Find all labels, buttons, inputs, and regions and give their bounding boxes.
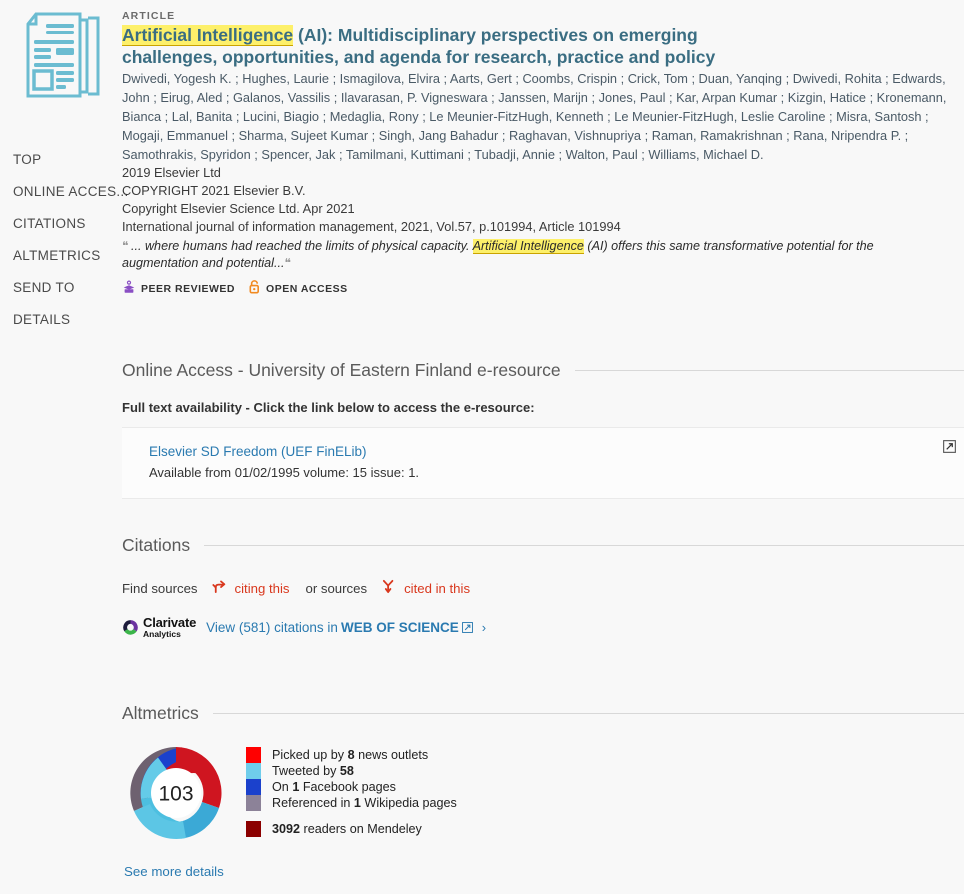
snippet-highlight: Artificial Intelligence [472, 239, 584, 254]
altmetrics-legend: Picked up by 8 news outlets Tweeted by 5… [246, 747, 457, 837]
peer-reviewed-label: PEER REVIEWED [141, 283, 236, 295]
meta-publisher: 2019 Elsevier Ltd [122, 165, 221, 180]
legend-twitter-pre: Tweeted by [272, 764, 340, 778]
section-divider [204, 545, 964, 546]
cited-in-this-icon [381, 579, 396, 597]
altmetrics-section: Altmetrics 103 Picked up by 8 news outle… [122, 703, 964, 879]
legend-swatch [246, 821, 261, 837]
article-document-icon [14, 8, 106, 104]
peer-reviewed-badge: PEER REVIEWED [122, 280, 235, 299]
legend-facebook: On 1 Facebook pages [246, 779, 457, 795]
wos-prefix: View (581) citations in [206, 619, 338, 635]
altmetric-score: 103 [158, 783, 193, 806]
eresource-availability: Available from 01/02/1995 volume: 15 iss… [149, 465, 420, 480]
open-access-label: OPEN ACCESS [266, 283, 348, 295]
cited-in-this-link[interactable]: cited in this [404, 581, 470, 596]
external-link-icon[interactable] [943, 440, 956, 458]
authors-list: Dwivedi, Yogesh K. ; Hughes, Laurie ; Is… [122, 71, 947, 162]
find-sources-row: Find sources citing this or sources cite… [122, 579, 964, 597]
open-access-badge: OPEN ACCESS [249, 279, 348, 299]
peer-reviewed-icon [122, 280, 136, 299]
sidebar-item-top[interactable]: TOP [13, 152, 122, 184]
resource-type-label: ARTICLE [122, 10, 176, 22]
clarivate-logo: Clarivate Analytics [122, 616, 196, 639]
citations-section: Citations Find sources citing this or so… [122, 535, 964, 639]
meta-source: International journal of information man… [122, 219, 621, 234]
see-more-details-link[interactable]: See more details [124, 864, 964, 879]
citations-title: Citations [122, 535, 191, 555]
section-divider [574, 370, 964, 371]
wos-name: WEB OF SCIENCE [340, 619, 459, 635]
sidebar-item-citations[interactable]: CITATIONS [13, 216, 122, 248]
citing-this-icon [211, 579, 227, 597]
record-detail-page: TOP ONLINE ACCES... CITATIONS ALTMETRICS… [0, 0, 964, 894]
citations-header: Citations [122, 535, 964, 556]
sidebar-item-details[interactable]: DETAILS [13, 312, 122, 344]
legend-wikipedia-pre: Referenced in [272, 796, 354, 810]
sidebar-item-online-access[interactable]: ONLINE ACCES... [13, 184, 128, 216]
online-access-card: Elsevier SD Freedom (UEF FinELib) Availa… [122, 427, 964, 499]
sidebar: TOP ONLINE ACCES... CITATIONS ALTMETRICS… [0, 0, 128, 894]
clarivate-sub: Analytics [143, 629, 181, 639]
legend-twitter-num: 58 [339, 764, 354, 778]
record-header: ARTICLE Artificial Intelligence (AI): Mu… [122, 0, 964, 299]
or-sources-label: or sources [305, 580, 368, 596]
eresource-link[interactable]: Elsevier SD Freedom (UEF FinELib) [149, 442, 946, 461]
legend-wikipedia-num: 1 [353, 796, 361, 810]
clarivate-name: Clarivate [143, 615, 197, 630]
external-link-icon [461, 620, 473, 635]
legend-mendeley: 3092 readers on Mendeley [246, 821, 457, 837]
altmetrics-header: Altmetrics [122, 703, 964, 724]
legend-facebook-pre: On [272, 780, 293, 794]
online-access-title: Online Access - University of Eastern Fi… [122, 360, 561, 380]
record-badges: PEER REVIEWED OPEN ACCESS [122, 279, 964, 299]
legend-news-num: 8 [347, 748, 355, 762]
quote-close-icon: ❝ [284, 256, 291, 270]
web-of-science-link[interactable]: View (581) citations in WEB OF SCIENCE › [206, 620, 486, 635]
legend-wikipedia: Referenced in 1 Wikipedia pages [246, 795, 457, 811]
legend-mendeley-num: 3092 [272, 822, 301, 836]
full-text-availability-label: Full text availability - Click the link … [122, 400, 535, 415]
legend-swatch [246, 763, 261, 779]
meta-copyright: COPYRIGHT 2021 Elsevier B.V. [122, 183, 306, 198]
clarivate-wordmark: Clarivate Analytics [143, 616, 196, 639]
web-of-science-row: Clarivate Analytics View (581) citations… [122, 616, 964, 639]
search-snippet: ❝ ... where humans had reached the limit… [122, 238, 952, 272]
legend-news-pre: Picked up by [272, 748, 348, 762]
legend-swatch [246, 795, 261, 811]
title-highlight: Artificial Intelligence [122, 25, 294, 46]
clarivate-mark-icon [123, 619, 138, 635]
citing-this-link[interactable]: citing this [235, 581, 290, 596]
quote-open-icon: ❝ [122, 239, 129, 253]
legend-news-post: news outlets [354, 748, 429, 762]
chevron-right-icon: › [481, 619, 487, 635]
legend-facebook-post: Facebook pages [299, 780, 396, 794]
snippet-pre: ... where humans had reached the limits … [130, 239, 473, 253]
altmetrics-body: 103 Picked up by 8 news outlets Tweeted … [122, 741, 964, 845]
legend-wikipedia-post: Wikipedia pages [360, 796, 457, 810]
sidebar-item-altmetrics[interactable]: ALTMETRICS [13, 248, 122, 280]
online-access-section: Online Access - University of Eastern Fi… [122, 360, 964, 499]
record-title-link[interactable]: Artificial Intelligence (AI): Multidisci… [122, 24, 742, 68]
online-access-header: Online Access - University of Eastern Fi… [122, 360, 964, 381]
sidebar-item-send-to[interactable]: SEND TO [13, 280, 122, 312]
legend-twitter: Tweeted by 58 [246, 763, 457, 779]
section-divider [212, 713, 964, 714]
altmetric-donut-badge[interactable]: 103 [124, 741, 228, 845]
legend-swatch [246, 747, 261, 763]
altmetrics-title: Altmetrics [122, 703, 199, 723]
find-sources-label: Find sources [122, 580, 198, 596]
sidebar-nav: TOP ONLINE ACCES... CITATIONS ALTMETRICS… [13, 152, 128, 344]
legend-mendeley-post: readers on Mendeley [300, 822, 422, 836]
meta-copyright-date: Copyright Elsevier Science Ltd. Apr 2021 [122, 201, 355, 216]
legend-news: Picked up by 8 news outlets [246, 747, 457, 763]
open-access-lock-icon [249, 279, 261, 299]
legend-swatch [246, 779, 261, 795]
